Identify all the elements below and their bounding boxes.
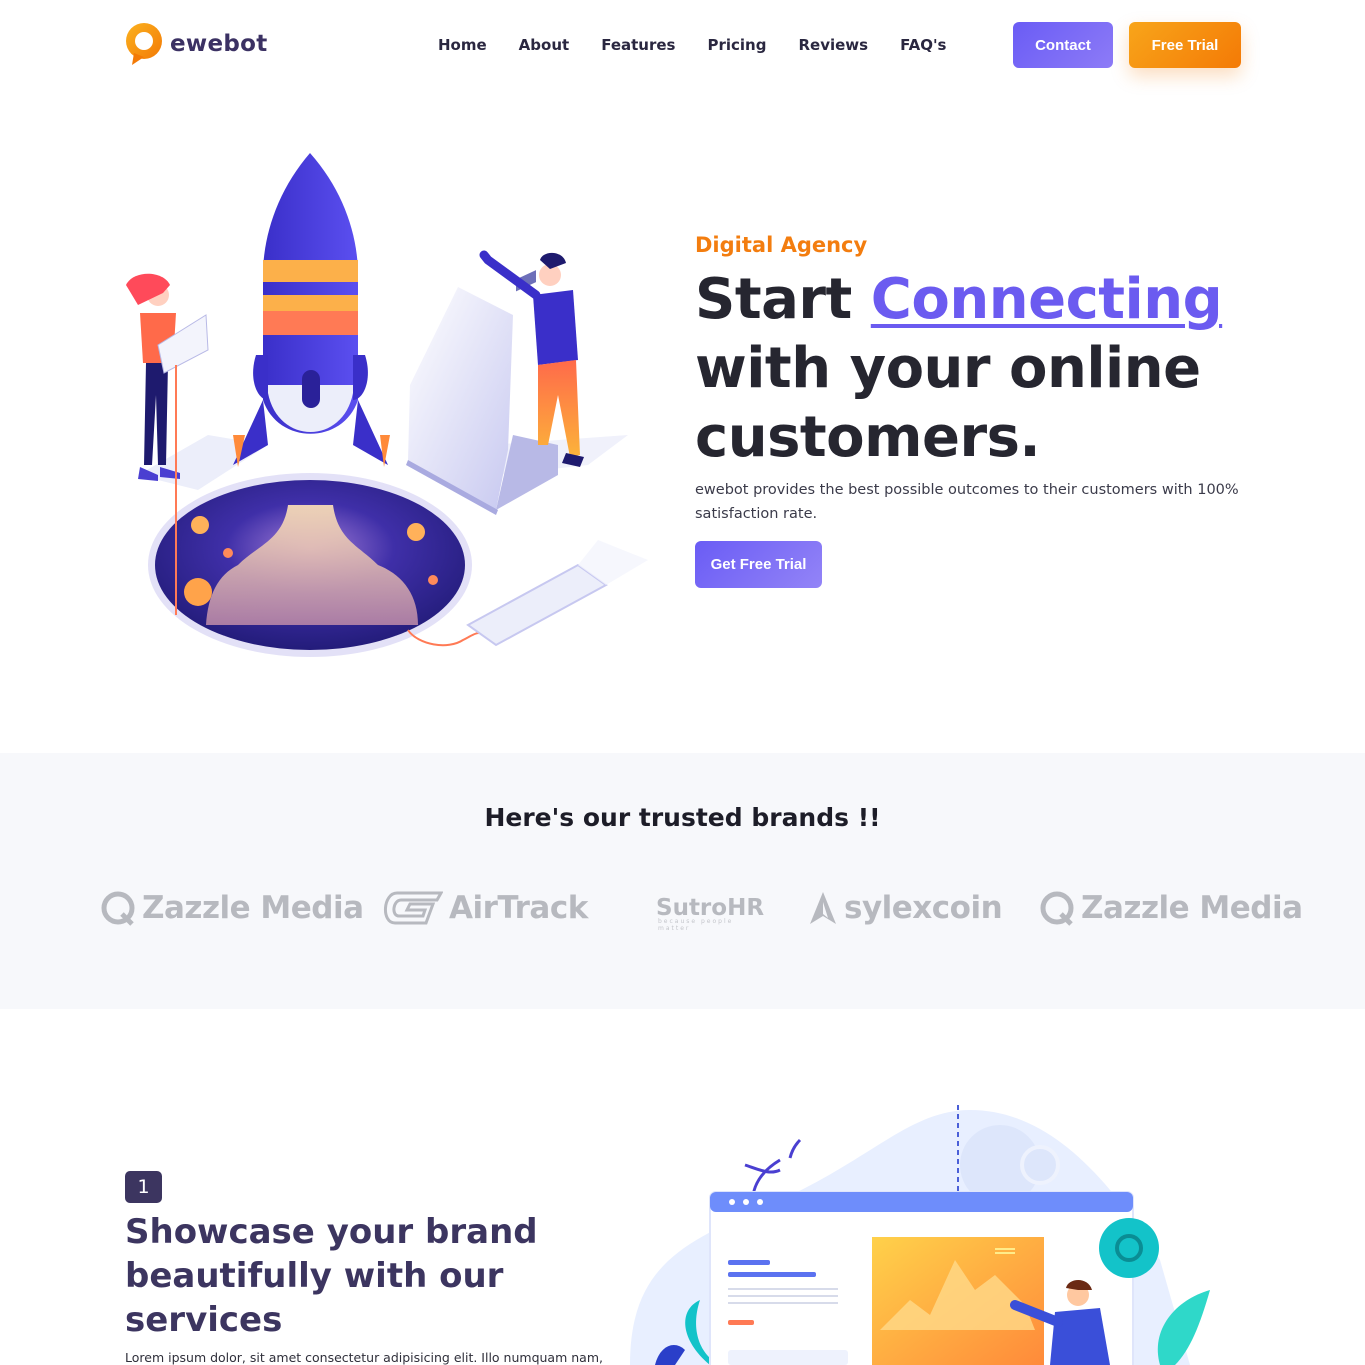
brand-name: Zazzle Media bbox=[142, 890, 364, 926]
nav-about[interactable]: About bbox=[503, 36, 586, 54]
brand-logo-sutrohr[interactable]: SutroHR because people matter bbox=[656, 886, 764, 932]
contact-button[interactable]: Contact bbox=[1013, 22, 1113, 68]
site-header: ewebot Home About Features Pricing Revie… bbox=[0, 0, 1365, 92]
brand-logo-zazzle[interactable]: Zazzle Media bbox=[100, 886, 364, 930]
nav-reviews[interactable]: Reviews bbox=[782, 36, 884, 54]
nav-pricing[interactable]: Pricing bbox=[691, 36, 782, 54]
hero-headline: Start Connecting with your online custome… bbox=[695, 265, 1295, 472]
brand-logo-zazzle-2[interactable]: Zazzle Media bbox=[1039, 886, 1303, 930]
speech-bubble-logo-icon bbox=[126, 23, 162, 65]
logo-text: ewebot bbox=[170, 31, 268, 57]
nav-features[interactable]: Features bbox=[585, 36, 691, 54]
feature-number-badge: 1 bbox=[125, 1171, 162, 1203]
sylexcoin-triangle-logo-icon bbox=[810, 892, 836, 924]
brand-tagline: because people matter bbox=[658, 918, 734, 932]
hero-description: ewebot provides the best possible outcom… bbox=[695, 482, 1239, 522]
brand-logo-airtrack[interactable]: AirTrack bbox=[383, 886, 588, 930]
brand-name: Zazzle Media bbox=[1081, 890, 1303, 926]
zazzle-q-logo-icon bbox=[101, 891, 135, 926]
zazzle-q-logo-icon bbox=[1040, 891, 1074, 926]
feature-description: Lorem ipsum dolor, sit amet consectetur … bbox=[125, 1350, 603, 1365]
main-nav: Home About Features Pricing Reviews FAQ'… bbox=[422, 36, 962, 54]
headline-rest: with your online customers. bbox=[695, 336, 1201, 470]
analytics-dashboard-illustration bbox=[630, 1105, 1210, 1365]
brands-title: Here's our trusted brands !! bbox=[484, 803, 881, 832]
hero-eyebrow: Digital Agency bbox=[695, 233, 868, 257]
feature-title: Showcase your brand beautifully with our… bbox=[125, 1212, 538, 1340]
trusted-brands-section: Here's our trusted brands !! Zazzle Medi… bbox=[0, 753, 1365, 1009]
rocket-launch-illustration bbox=[126, 153, 648, 657]
free-trial-button[interactable]: Free Trial bbox=[1129, 22, 1241, 68]
nav-home[interactable]: Home bbox=[422, 36, 503, 54]
headline-start: Start bbox=[695, 267, 871, 332]
brand-name: sylexcoin bbox=[844, 890, 1003, 926]
get-free-trial-button[interactable]: Get Free Trial bbox=[695, 541, 822, 588]
headline-accent: Connecting bbox=[870, 267, 1223, 332]
brand-logo-sylexcoin[interactable]: sylexcoin bbox=[808, 886, 1003, 930]
nav-faqs[interactable]: FAQ's bbox=[884, 36, 962, 54]
brand-name: AirTrack bbox=[449, 890, 588, 926]
airtrack-logo-icon bbox=[384, 891, 443, 925]
site-logo[interactable]: ewebot bbox=[124, 22, 268, 66]
